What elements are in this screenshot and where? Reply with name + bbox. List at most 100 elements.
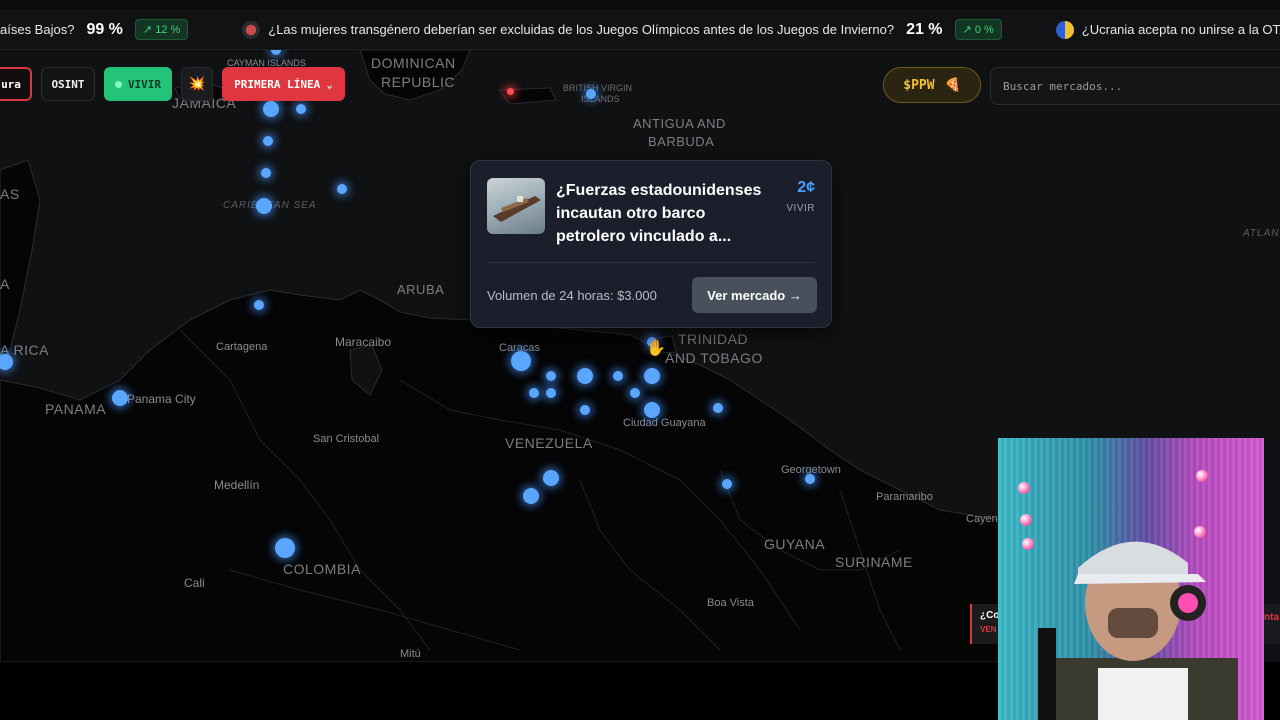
ticker-item[interactable]: ¿Ucrania acepta no unirse a la OTAN xyxy=(1055,20,1280,39)
map-label: ATLANT xyxy=(1243,228,1280,239)
ornament-icon xyxy=(1196,470,1208,482)
button-label: OSINT xyxy=(51,77,85,91)
map-label: Boa Vista xyxy=(707,597,754,609)
map-label: Paramaribo xyxy=(876,491,933,503)
ticker-change-badge: ↗ 12 % xyxy=(134,19,189,40)
fire-button[interactable]: 💥 xyxy=(181,67,213,101)
map-label: ARUBA xyxy=(397,282,445,297)
event-marker[interactable] xyxy=(713,403,723,413)
map-label: DOMINICAN xyxy=(371,55,456,71)
event-marker[interactable] xyxy=(613,371,623,381)
ticker-percent: 99 % xyxy=(86,20,123,38)
event-marker[interactable] xyxy=(577,368,593,384)
map-label: Mitú xyxy=(400,648,421,660)
event-marker[interactable] xyxy=(296,104,306,114)
ticker-question: aíses Bajos? xyxy=(0,22,75,37)
fire-icon: 💥 xyxy=(188,76,206,92)
market-status: VIVIR xyxy=(786,203,815,214)
button-label: ura xyxy=(1,77,21,91)
notification-card-fragment[interactable]: nta xyxy=(1264,604,1280,644)
market-thumbnail xyxy=(487,178,545,234)
map-label: Cali xyxy=(184,576,205,590)
notification-text: nta xyxy=(1264,612,1279,623)
event-marker[interactable] xyxy=(112,390,128,406)
ticker-change: 12 % xyxy=(155,24,181,36)
search-input[interactable] xyxy=(990,67,1280,105)
map-label: BRITISH VIRGIN xyxy=(563,83,633,93)
hand-cursor-icon: ✋ xyxy=(646,340,666,357)
market-price: 2¢ xyxy=(797,179,815,196)
cut-off-button[interactable]: ura xyxy=(0,67,32,101)
event-marker[interactable] xyxy=(263,101,279,117)
button-label: PRIMERA LÍNEA xyxy=(234,77,321,91)
map-label: AS xyxy=(0,186,20,202)
event-marker[interactable] xyxy=(254,300,264,310)
market-title: ¿Fuerzas estadounidenses incautan otro b… xyxy=(556,182,762,245)
event-marker[interactable] xyxy=(546,388,556,398)
pizza-icon: 🍕 xyxy=(944,77,961,93)
notification-card-fragment[interactable]: ¿Co VEN xyxy=(970,604,998,644)
map-label: Cartagena xyxy=(216,341,268,353)
event-marker[interactable] xyxy=(256,198,272,214)
ticker-item[interactable]: aíses Bajos? 99 % ↗ 12 % xyxy=(0,19,189,40)
map-label: PANAMA xyxy=(45,401,107,417)
event-marker[interactable] xyxy=(523,488,539,504)
ornament-icon xyxy=(1022,538,1034,550)
ticker-question: ¿Las mujeres transgénero deberían ser ex… xyxy=(268,22,895,37)
event-marker[interactable] xyxy=(644,368,660,384)
ornament-icon xyxy=(1018,482,1030,494)
event-marker[interactable] xyxy=(805,474,815,484)
event-marker[interactable] xyxy=(511,351,531,371)
trend-up-icon: ↗ xyxy=(142,24,153,36)
event-marker[interactable] xyxy=(263,136,273,146)
map-label: A xyxy=(0,276,10,292)
ticker-percent: 21 % xyxy=(906,20,943,38)
event-marker[interactable] xyxy=(261,168,271,178)
map-label: VENEZUELA xyxy=(505,435,593,451)
map-label: COLOMBIA xyxy=(283,561,361,577)
frontline-dropdown[interactable]: PRIMERA LÍNEA ⌄ xyxy=(222,67,345,101)
trend-up-icon: ↗ xyxy=(962,24,972,36)
event-marker[interactable] xyxy=(586,89,596,99)
notification-text: ¿Co xyxy=(980,610,998,621)
view-market-button[interactable]: Ver mercado → xyxy=(692,277,817,313)
event-marker[interactable] xyxy=(529,388,539,398)
market-ticker: aíses Bajos? 99 % ↗ 12 % ¿Las mujeres tr… xyxy=(0,10,1280,50)
map-label: REPUBLIC xyxy=(381,74,456,90)
event-marker[interactable] xyxy=(546,371,556,381)
live-button[interactable]: VIVIR xyxy=(104,67,172,101)
map-label: Panama City xyxy=(127,392,196,406)
live-dot-icon xyxy=(114,80,122,88)
event-marker[interactable] xyxy=(337,184,347,194)
ticker-change: 0 % xyxy=(974,24,994,36)
event-marker[interactable] xyxy=(722,479,732,489)
event-marker[interactable] xyxy=(275,538,295,558)
app-root: aíses Bajos? 99 % ↗ 12 % ¿Las mujeres tr… xyxy=(0,0,1280,720)
notification-subtext: VEN xyxy=(980,625,997,634)
event-marker[interactable] xyxy=(580,405,590,415)
map-label: Maracaibo xyxy=(335,335,392,349)
button-label: $PPW xyxy=(903,77,935,93)
map-label: BARBUDA xyxy=(648,134,715,149)
event-marker[interactable] xyxy=(630,388,640,398)
map-label: San Cristobal xyxy=(313,433,380,445)
event-marker[interactable] xyxy=(543,470,559,486)
streamer-figure xyxy=(1038,541,1238,720)
chevron-down-icon: ⌄ xyxy=(326,77,333,91)
osint-button[interactable]: OSINT xyxy=(41,67,95,101)
map-label: ANTIGUA AND xyxy=(633,116,726,131)
divider xyxy=(487,262,815,263)
ticker-change-badge: ↗ 0 % xyxy=(954,19,1002,40)
map-label: AND TOBAGO xyxy=(665,350,763,366)
ticker-item[interactable]: ¿Las mujeres transgénero deberían ser ex… xyxy=(242,19,1002,40)
streamer-webcam xyxy=(998,438,1264,720)
map-label: Ciudad Guayana xyxy=(623,417,706,429)
market-popup[interactable]: ¿Fuerzas estadounidenses incautan otro b… xyxy=(470,160,832,328)
map-label: Medellín xyxy=(214,478,260,492)
flag-icon xyxy=(1055,20,1074,39)
button-label: VIVIR xyxy=(127,77,162,91)
event-marker[interactable] xyxy=(644,402,660,418)
token-button[interactable]: $PPW 🍕 xyxy=(883,67,981,103)
market-volume: Volumen de 24 horas: $3.000 xyxy=(487,288,657,303)
event-marker-alert[interactable] xyxy=(507,88,514,95)
